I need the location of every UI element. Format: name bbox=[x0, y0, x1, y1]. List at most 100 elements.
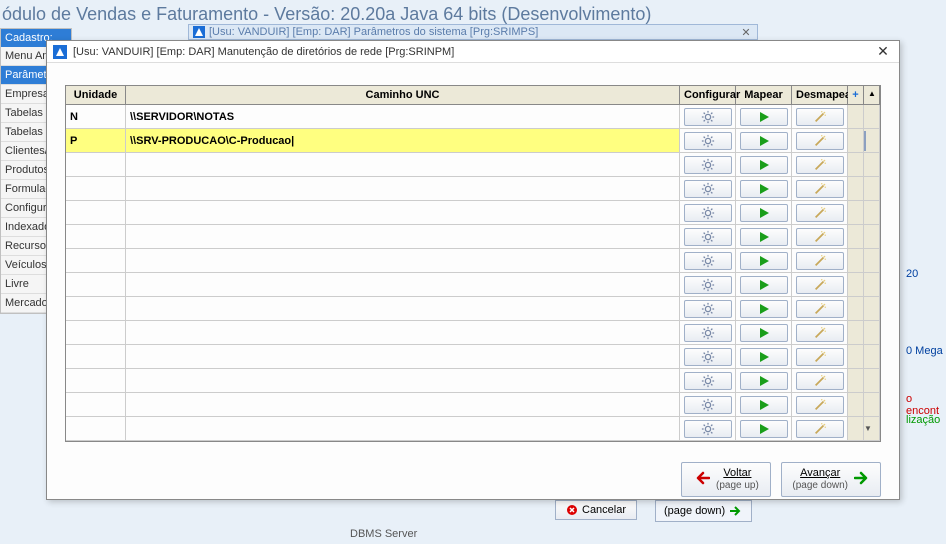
unmap-button[interactable] bbox=[796, 252, 844, 270]
unmap-button[interactable] bbox=[796, 324, 844, 342]
table-row[interactable] bbox=[66, 225, 880, 249]
close-icon[interactable]: ✕ bbox=[873, 43, 893, 60]
configure-button[interactable] bbox=[684, 276, 732, 294]
unc-path-input[interactable] bbox=[130, 351, 675, 363]
table-row[interactable] bbox=[66, 345, 880, 369]
map-button[interactable] bbox=[740, 300, 788, 318]
unmap-button[interactable] bbox=[796, 348, 844, 366]
close-icon[interactable]: ✕ bbox=[739, 26, 753, 39]
scrollbar-track[interactable] bbox=[864, 105, 880, 128]
unmap-button[interactable] bbox=[796, 276, 844, 294]
configure-button[interactable] bbox=[684, 420, 732, 438]
map-button[interactable] bbox=[740, 204, 788, 222]
map-button[interactable] bbox=[740, 132, 788, 150]
column-header-unidade[interactable]: Unidade bbox=[66, 86, 126, 104]
unc-path-input[interactable] bbox=[130, 135, 675, 147]
configure-button[interactable] bbox=[684, 300, 732, 318]
table-row[interactable] bbox=[66, 249, 880, 273]
unidade-input[interactable] bbox=[70, 327, 121, 339]
unmap-button[interactable] bbox=[796, 396, 844, 414]
table-row[interactable] bbox=[66, 177, 880, 201]
unc-path-input[interactable] bbox=[130, 375, 675, 387]
add-row-button[interactable]: + bbox=[848, 86, 864, 104]
map-button[interactable] bbox=[740, 252, 788, 270]
column-header-configurar[interactable]: Configurar bbox=[680, 86, 736, 104]
unmap-button[interactable] bbox=[796, 180, 844, 198]
unmap-button[interactable] bbox=[796, 108, 844, 126]
configure-button[interactable] bbox=[684, 252, 732, 270]
unc-path-input[interactable] bbox=[130, 207, 675, 219]
unc-path-input[interactable] bbox=[130, 159, 675, 171]
unidade-input[interactable] bbox=[70, 135, 121, 147]
unidade-input[interactable] bbox=[70, 303, 121, 315]
map-button[interactable] bbox=[740, 156, 788, 174]
unmap-button[interactable] bbox=[796, 156, 844, 174]
unidade-input[interactable] bbox=[70, 279, 121, 291]
column-header-unc[interactable]: Caminho UNC bbox=[126, 86, 680, 104]
unidade-input[interactable] bbox=[70, 351, 121, 363]
configure-button[interactable] bbox=[684, 132, 732, 150]
unmap-button[interactable] bbox=[796, 420, 844, 438]
back-button[interactable]: Voltar (page up) bbox=[681, 462, 771, 497]
unidade-input[interactable] bbox=[70, 207, 121, 219]
configure-button[interactable] bbox=[684, 228, 732, 246]
configure-button[interactable] bbox=[684, 348, 732, 366]
back-label: Voltar bbox=[723, 467, 751, 479]
table-row[interactable] bbox=[66, 105, 880, 129]
map-button[interactable] bbox=[740, 228, 788, 246]
unidade-input[interactable] bbox=[70, 255, 121, 267]
configure-button[interactable] bbox=[684, 372, 732, 390]
unidade-input[interactable] bbox=[70, 231, 121, 243]
arrow-left-icon bbox=[694, 471, 710, 488]
map-button[interactable] bbox=[740, 348, 788, 366]
unc-path-input[interactable] bbox=[130, 327, 675, 339]
unc-path-input[interactable] bbox=[130, 279, 675, 291]
unmap-button[interactable] bbox=[796, 372, 844, 390]
unc-path-input[interactable] bbox=[130, 111, 675, 123]
map-button[interactable] bbox=[740, 108, 788, 126]
scroll-down-arrow[interactable]: ▼ bbox=[864, 417, 880, 440]
unc-path-input[interactable] bbox=[130, 231, 675, 243]
map-button[interactable] bbox=[740, 180, 788, 198]
unmap-button[interactable] bbox=[796, 132, 844, 150]
configure-button[interactable] bbox=[684, 204, 732, 222]
map-button[interactable] bbox=[740, 396, 788, 414]
table-row[interactable] bbox=[66, 321, 880, 345]
unmap-button[interactable] bbox=[796, 300, 844, 318]
unc-path-input[interactable] bbox=[130, 423, 675, 435]
column-header-mapear[interactable]: Mapear bbox=[736, 86, 792, 104]
table-row[interactable] bbox=[66, 201, 880, 225]
table-row[interactable] bbox=[66, 273, 880, 297]
table-row[interactable] bbox=[66, 393, 880, 417]
unidade-input[interactable] bbox=[70, 375, 121, 387]
table-row[interactable]: ▼ bbox=[66, 417, 880, 441]
configure-button[interactable] bbox=[684, 180, 732, 198]
column-header-desmapear[interactable]: Desmapear bbox=[792, 86, 848, 104]
configure-button[interactable] bbox=[684, 396, 732, 414]
next-button[interactable]: Avançar (page down) bbox=[781, 462, 881, 497]
unc-path-input[interactable] bbox=[130, 183, 675, 195]
map-button[interactable] bbox=[740, 420, 788, 438]
configure-button[interactable] bbox=[684, 108, 732, 126]
configure-button[interactable] bbox=[684, 156, 732, 174]
table-row[interactable] bbox=[66, 153, 880, 177]
unmap-button[interactable] bbox=[796, 204, 844, 222]
table-row[interactable] bbox=[66, 369, 880, 393]
configure-button[interactable] bbox=[684, 324, 732, 342]
map-button[interactable] bbox=[740, 324, 788, 342]
unc-path-input[interactable] bbox=[130, 399, 675, 411]
unidade-input[interactable] bbox=[70, 399, 121, 411]
unmap-button[interactable] bbox=[796, 228, 844, 246]
unidade-input[interactable] bbox=[70, 423, 121, 435]
unidade-input[interactable] bbox=[70, 183, 121, 195]
table-row[interactable] bbox=[66, 297, 880, 321]
scrollbar-thumb[interactable] bbox=[864, 131, 866, 151]
unc-path-input[interactable] bbox=[130, 255, 675, 267]
unidade-input[interactable] bbox=[70, 111, 121, 123]
unidade-input[interactable] bbox=[70, 159, 121, 171]
map-button[interactable] bbox=[740, 276, 788, 294]
table-row[interactable] bbox=[66, 129, 880, 153]
map-button[interactable] bbox=[740, 372, 788, 390]
unc-path-input[interactable] bbox=[130, 303, 675, 315]
scroll-up-arrow[interactable]: ▲ bbox=[864, 86, 880, 104]
